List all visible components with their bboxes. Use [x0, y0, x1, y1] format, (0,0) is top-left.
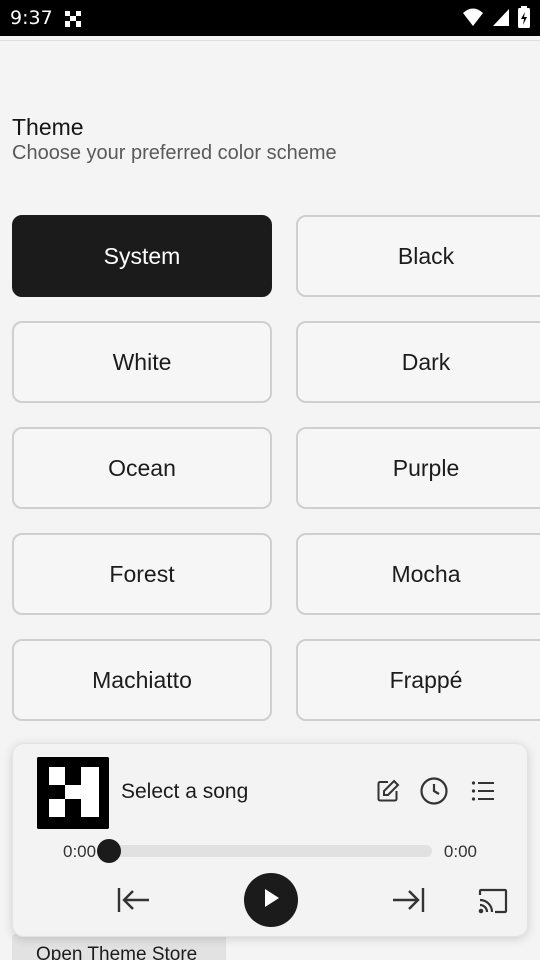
seek-bar[interactable]	[109, 845, 432, 857]
theme-option-dark[interactable]: Dark	[296, 321, 540, 403]
status-bar: 9:37	[0, 0, 540, 36]
theme-option-purple[interactable]: Purple	[296, 427, 540, 509]
song-title: Select a song	[121, 780, 249, 803]
edit-icon[interactable]	[375, 778, 401, 809]
theme-option-white[interactable]: White	[12, 321, 272, 403]
theme-option-system[interactable]: System	[12, 215, 272, 297]
theme-option-mocha[interactable]: Mocha	[296, 533, 540, 615]
theme-option-ocean[interactable]: Ocean	[12, 427, 272, 509]
cast-icon[interactable]	[478, 888, 508, 919]
mini-player: Select a song 0:00 0:00	[12, 743, 528, 937]
theme-title: Theme	[12, 114, 84, 140]
theme-option-frappe[interactable]: Frappé	[296, 639, 540, 721]
play-button[interactable]	[244, 873, 298, 927]
seek-thumb[interactable]	[97, 839, 121, 863]
signal-icon	[492, 7, 510, 33]
time-elapsed: 0:00	[63, 842, 97, 861]
album-art	[37, 757, 109, 829]
theme-subtitle: Choose your preferred color scheme	[12, 142, 337, 164]
status-time: 9:37	[10, 7, 53, 29]
history-icon[interactable]	[419, 776, 449, 811]
theme-option-black[interactable]: Black	[296, 215, 540, 297]
time-total: 0:00	[443, 842, 477, 861]
open-theme-store-button[interactable]: Open Theme Store	[12, 934, 226, 960]
theme-option-forest[interactable]: Forest	[12, 533, 272, 615]
previous-icon[interactable]	[117, 886, 151, 919]
battery-icon	[518, 6, 530, 34]
wifi-icon	[462, 7, 484, 33]
theme-option-machiatto[interactable]: Machiatto	[12, 639, 272, 721]
divider	[0, 40, 540, 41]
next-icon[interactable]	[391, 886, 425, 919]
queue-icon[interactable]	[471, 780, 495, 807]
notification-icon	[64, 10, 81, 27]
play-icon	[262, 888, 280, 913]
